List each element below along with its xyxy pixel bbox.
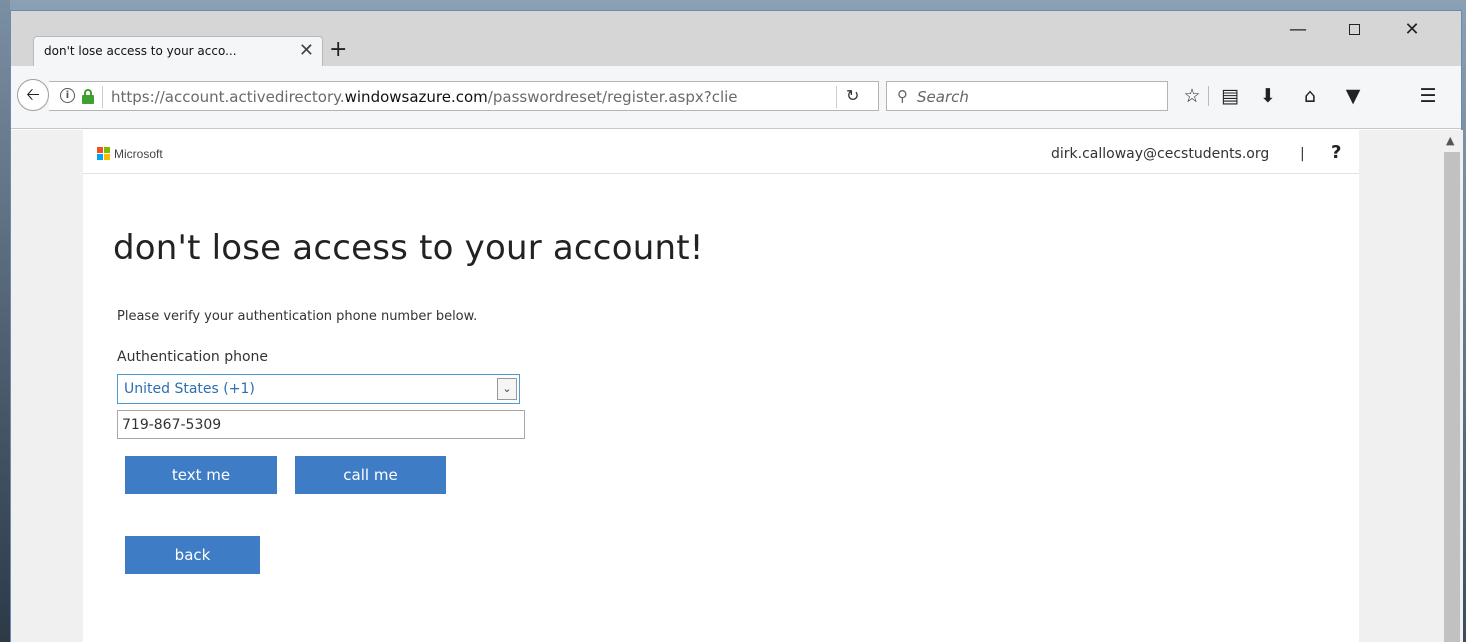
authentication-phone-label: Authentication phone bbox=[117, 349, 269, 365]
window-maximize-button[interactable] bbox=[1331, 15, 1377, 45]
search-icon: ⚲ bbox=[897, 87, 908, 105]
url-text[interactable]: https://account.activedirectory.windowsa… bbox=[111, 88, 738, 106]
home-icon[interactable]: ⌂ bbox=[1297, 83, 1323, 109]
reading-list-icon[interactable]: ▤ bbox=[1217, 83, 1243, 109]
reload-separator bbox=[836, 86, 837, 108]
help-icon[interactable]: ? bbox=[1331, 142, 1341, 163]
instruction-text: Please verify your authentication phone … bbox=[117, 309, 478, 324]
pocket-icon[interactable]: ▼ bbox=[1340, 83, 1366, 109]
tab-strip: don't lose access to your acco... ✕ + — … bbox=[11, 11, 1461, 66]
bookmark-star-icon[interactable]: ☆ bbox=[1179, 83, 1205, 109]
search-bar[interactable]: ⚲ bbox=[886, 81, 1168, 111]
scroll-up-icon[interactable]: ▲ bbox=[1446, 134, 1454, 147]
site-header: Microsoft dirk.calloway@cecstudents.org … bbox=[83, 130, 1359, 174]
phone-number-input[interactable] bbox=[117, 410, 525, 439]
chevron-down-icon[interactable]: ⌄ bbox=[497, 378, 517, 400]
window-close-button[interactable]: ✕ bbox=[1389, 15, 1435, 45]
window-minimize-button[interactable]: — bbox=[1275, 15, 1321, 45]
tab-title: don't lose access to your acco... bbox=[44, 44, 237, 58]
tab-active[interactable]: don't lose access to your acco... ✕ bbox=[33, 36, 323, 66]
url-bar[interactable]: i https://account.activedirectory.window… bbox=[49, 81, 879, 111]
page-title: don't lose access to your account! bbox=[113, 228, 704, 268]
maximize-icon bbox=[1348, 24, 1360, 35]
toolbar-separator bbox=[1208, 86, 1209, 106]
browser-window: don't lose access to your acco... ✕ + — … bbox=[10, 10, 1463, 642]
header-separator: | bbox=[1300, 146, 1305, 162]
brand-name: Microsoft bbox=[114, 147, 163, 161]
scrollbar-thumb[interactable] bbox=[1444, 152, 1460, 642]
back-button[interactable]: back bbox=[125, 536, 260, 574]
user-email: dirk.calloway@cecstudents.org bbox=[1051, 146, 1270, 162]
vertical-scrollbar[interactable]: ▲ bbox=[1441, 130, 1463, 642]
microsoft-logo-icon bbox=[97, 147, 111, 161]
country-code-select[interactable]: United States (+1) ⌄ bbox=[117, 374, 520, 404]
page-content: Microsoft dirk.calloway@cecstudents.org … bbox=[83, 130, 1359, 642]
desktop-background bbox=[0, 0, 10, 642]
text-me-button[interactable]: text me bbox=[125, 456, 277, 494]
lock-icon[interactable] bbox=[82, 89, 94, 104]
menu-icon[interactable]: ☰ bbox=[1415, 83, 1441, 109]
page-viewport: Microsoft dirk.calloway@cecstudents.org … bbox=[11, 130, 1463, 642]
reload-icon[interactable]: ↻ bbox=[846, 86, 859, 105]
download-icon[interactable]: ⬇ bbox=[1255, 83, 1281, 109]
call-me-button[interactable]: call me bbox=[295, 456, 446, 494]
info-icon[interactable]: i bbox=[60, 88, 75, 103]
search-input[interactable] bbox=[917, 86, 1157, 108]
tab-close-icon[interactable]: ✕ bbox=[299, 40, 314, 62]
new-tab-button[interactable]: + bbox=[329, 38, 347, 62]
navigation-bar: 🡠 i https://account.activedirectory.wind… bbox=[11, 66, 1461, 129]
country-selected-value: United States (+1) bbox=[124, 381, 255, 397]
url-separator bbox=[102, 86, 103, 108]
back-arrow-button[interactable]: 🡠 bbox=[17, 79, 49, 111]
